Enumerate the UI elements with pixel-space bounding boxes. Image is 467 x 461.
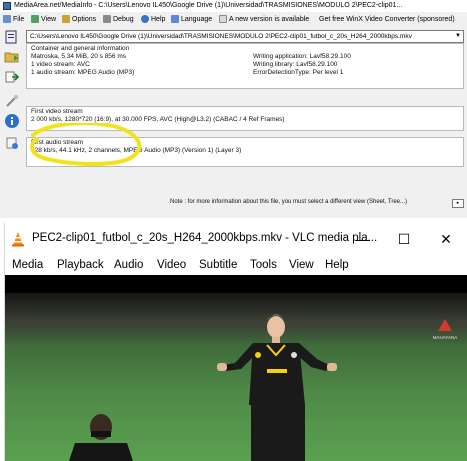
- help-icon: [141, 15, 149, 24]
- view-icon: [31, 15, 39, 24]
- file-path-text: C:\Users\Lenovo IL450\Google Drive (1)\U…: [30, 33, 412, 40]
- audio-stream-count: 1 audio stream: MPEG Audio (MP3): [31, 69, 135, 76]
- general-info-panel: Container and general information Matros…: [26, 43, 464, 89]
- watermark-logo: MAHAYANA: [433, 319, 458, 340]
- close-button[interactable]: ✕: [431, 227, 461, 251]
- export-icon[interactable]: [4, 69, 20, 85]
- menu-options[interactable]: Options: [62, 13, 96, 27]
- mediainfo-titlebar: MediaArea.net/MediaInfo - C:\Users\Lenov…: [0, 0, 467, 12]
- watermark-text: MAHAYANA: [433, 335, 458, 340]
- mediainfo-title: MediaArea.net/MediaInfo - C:\Users\Lenov…: [14, 2, 403, 9]
- minimize-button[interactable]: —: [348, 227, 378, 251]
- video-stream-count: 1 video stream: AVC: [31, 61, 90, 68]
- chevron-down-icon[interactable]: ▼: [455, 31, 461, 42]
- menu-help[interactable]: Help: [141, 13, 165, 27]
- video-frame: MAHAYANA: [69, 314, 458, 461]
- menu-audio[interactable]: Audio: [114, 255, 143, 275]
- info-icon[interactable]: [4, 113, 20, 129]
- substitute-figure: [69, 414, 133, 461]
- file-path-selector[interactable]: C:\Users\Lenovo IL450\Google Drive (1)\U…: [26, 30, 464, 43]
- menu-subtitle[interactable]: Subtitle: [199, 255, 237, 275]
- video-display[interactable]: MAHAYANA: [5, 275, 467, 461]
- mediainfo-window: MediaArea.net/MediaInfo - C:\Users\Lenov…: [0, 0, 467, 218]
- writing-application: Writing application: Lavf58.29.100: [253, 53, 351, 60]
- menu-new-version[interactable]: A new version is available: [219, 13, 309, 27]
- mediainfo-content: C:\Users\Lenovo IL450\Google Drive (1)\U…: [24, 27, 467, 218]
- player-figure: [217, 314, 337, 461]
- menu-tools[interactable]: Tools: [250, 255, 277, 275]
- about-icon[interactable]: [4, 135, 20, 151]
- vlc-cone-icon: [12, 232, 24, 247]
- writing-library: Writing library: Lavf58.29.100: [253, 61, 338, 68]
- mediainfo-app-icon: [3, 2, 11, 10]
- mediainfo-toolbar: [0, 27, 24, 218]
- menu-help[interactable]: Help: [325, 255, 349, 275]
- scroll-arrow-icon[interactable]: ▸: [452, 199, 464, 208]
- menu-playback[interactable]: Playback: [57, 255, 104, 275]
- options-icon: [62, 15, 70, 24]
- menu-file[interactable]: File: [3, 13, 24, 27]
- update-icon: [219, 15, 227, 24]
- file-icon: [3, 15, 11, 24]
- yellow-highlight-annotation: [30, 123, 142, 166]
- menu-view[interactable]: View: [289, 255, 314, 275]
- menu-language[interactable]: Language: [171, 13, 212, 27]
- vlc-title: PEC2-clip01_futbol_c_20s_H264_2000kbps.m…: [32, 232, 378, 244]
- view-note: Note : for more information about this f…: [170, 199, 407, 205]
- language-icon: [171, 15, 179, 24]
- preferences-icon[interactable]: [4, 93, 20, 109]
- open-folder-icon[interactable]: [4, 49, 20, 65]
- menu-sponsored-converter[interactable]: Get free WinX Video Converter (sponsored…: [319, 13, 455, 27]
- menu-video[interactable]: Video: [157, 255, 186, 275]
- mediainfo-menubar: File View Options Debug Help Language A …: [0, 13, 467, 27]
- maximize-button[interactable]: ☐: [389, 227, 419, 251]
- debug-icon: [103, 15, 111, 24]
- vlc-menubar: Media Playback Audio Video Subtitle Tool…: [5, 255, 467, 275]
- vlc-titlebar: PEC2-clip01_futbol_c_20s_H264_2000kbps.m…: [5, 223, 467, 255]
- menu-media[interactable]: Media: [12, 255, 43, 275]
- video-heading: First video stream: [31, 108, 83, 115]
- vlc-window: PEC2-clip01_futbol_c_20s_H264_2000kbps.m…: [4, 223, 467, 461]
- open-file-icon[interactable]: [4, 29, 20, 45]
- error-detection-type: ErrorDetectionType: Per level 1: [253, 69, 344, 76]
- general-heading: Container and general information: [31, 45, 130, 52]
- menu-debug[interactable]: Debug: [103, 13, 134, 27]
- menu-view[interactable]: View: [31, 13, 56, 27]
- general-format: Matroska, 5.34 MiB, 20 s 856 ms: [31, 53, 127, 60]
